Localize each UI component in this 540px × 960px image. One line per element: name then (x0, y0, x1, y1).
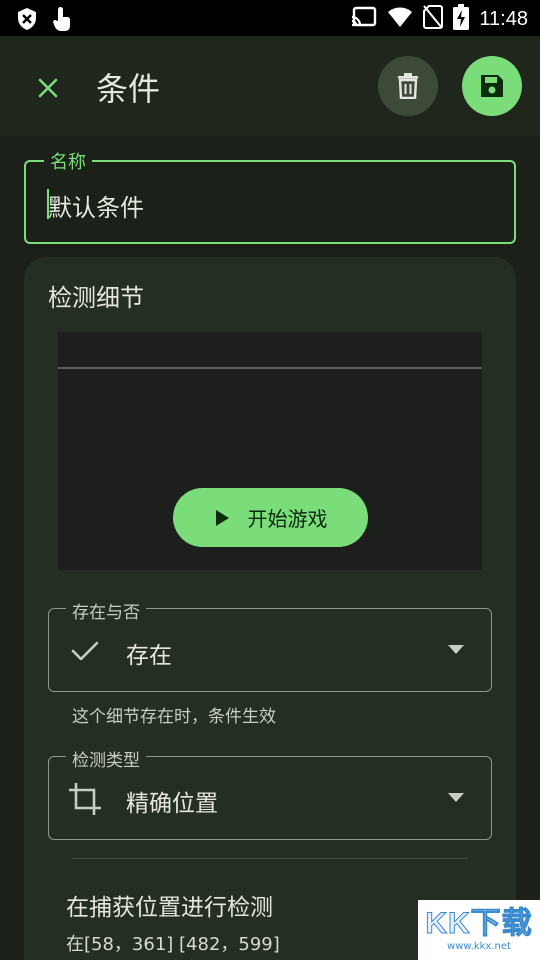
watermark-text: KK下载 (425, 906, 533, 940)
shield-icon (16, 7, 38, 35)
cast-icon (351, 6, 377, 32)
delete-icon (398, 73, 418, 99)
detection-type-value: 精确位置 (126, 791, 218, 817)
battery-charging-icon (453, 4, 470, 34)
presence-label: 存在与否 (66, 598, 146, 623)
chevron-down-icon (444, 638, 468, 662)
status-bar: 11:48 (0, 0, 540, 36)
touch-icon (52, 6, 72, 36)
card-title: 检测细节 (48, 284, 144, 312)
detect-area-title[interactable]: 在捕获位置进行检测 (66, 888, 273, 922)
save-icon (481, 75, 503, 97)
no-sim-icon (423, 5, 444, 33)
name-field-label: 名称 (44, 148, 92, 174)
close-icon (38, 78, 58, 98)
watermark-logo: KK下载 www.kkx.net (418, 900, 540, 960)
name-input[interactable]: 默认条件 (48, 188, 144, 223)
crop-icon (68, 782, 102, 816)
chevron-down-icon (444, 786, 468, 810)
presence-helper-text: 这个细节存在时，条件生效 (72, 707, 276, 727)
close-button[interactable] (26, 66, 70, 110)
delete-button[interactable] (378, 56, 438, 116)
detection-type-label: 检测类型 (66, 746, 146, 771)
wifi-icon (387, 6, 413, 32)
page-title: 条件 (96, 70, 161, 108)
preview-divider (58, 367, 482, 369)
divider (72, 858, 468, 859)
start-game-button[interactable]: 开始游戏 (173, 488, 368, 547)
detect-area-coordinates: 在[58，361] [482，599] (66, 934, 280, 955)
app-bar: 条件 (0, 36, 540, 136)
watermark-url: www.kkx.net (447, 940, 511, 952)
text-cursor (47, 189, 49, 219)
start-game-label: 开始游戏 (247, 507, 328, 531)
presence-value: 存在 (126, 643, 172, 669)
check-icon (68, 634, 102, 668)
play-icon (215, 509, 229, 526)
save-button[interactable] (462, 56, 522, 116)
clock: 11:48 (479, 7, 528, 30)
